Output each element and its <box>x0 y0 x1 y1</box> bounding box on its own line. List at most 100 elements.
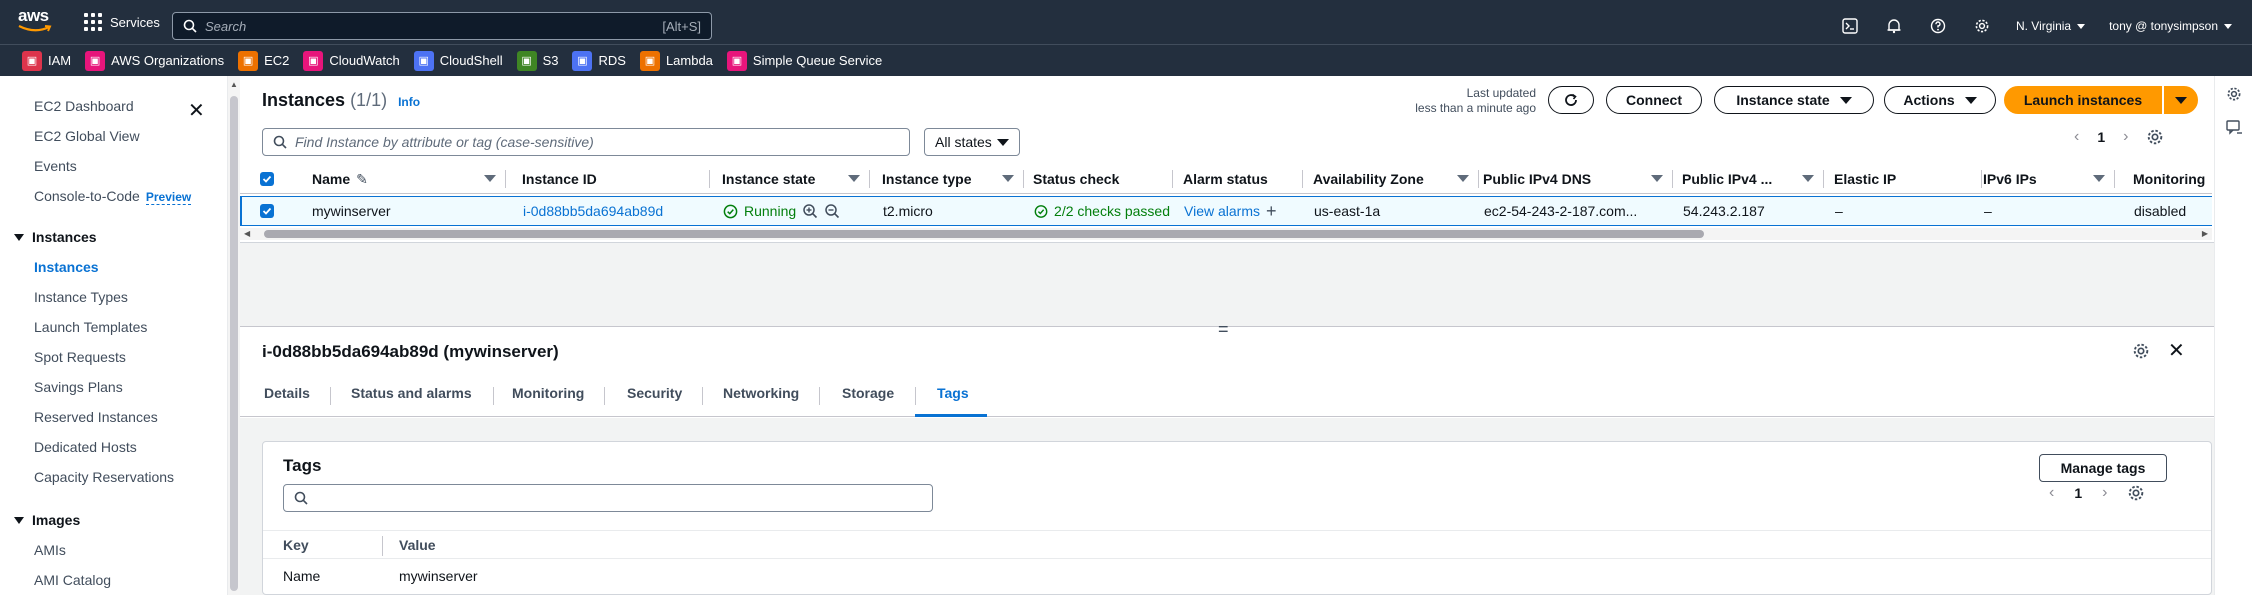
favorite-cloudshell[interactable]: ▣ CloudShell <box>413 50 503 71</box>
favorite-cloudwatch[interactable]: ▣ CloudWatch <box>303 50 400 71</box>
tab-monitoring[interactable]: Monitoring <box>512 385 584 401</box>
panel-resize-handle-icon[interactable]: = <box>1218 320 1229 338</box>
sidebar-item-instance-types[interactable]: Instance Types <box>34 289 128 305</box>
help-panel-icon[interactable] <box>2226 86 2242 102</box>
next-page-icon[interactable]: › <box>2102 484 2107 502</box>
sidebar-item-ami-catalog[interactable]: AMI Catalog <box>34 572 111 588</box>
global-search[interactable]: [Alt+S] <box>172 12 712 40</box>
favorite-s3[interactable]: ▣ S3 <box>516 50 558 71</box>
cloudshell-icon[interactable] <box>1840 16 1860 36</box>
instance-state-button[interactable]: Instance state <box>1714 86 1874 114</box>
column-header-alarm-status[interactable]: Alarm status <box>1183 164 1303 194</box>
aws-logo[interactable]: aws <box>18 6 56 36</box>
sidebar-item-launch-templates[interactable]: Launch Templates <box>34 319 147 335</box>
sidebar-item-dedicated-hosts[interactable]: Dedicated Hosts <box>34 439 137 455</box>
page-number[interactable]: 1 <box>2097 129 2105 145</box>
prev-page-icon[interactable]: ‹ <box>2074 128 2079 146</box>
search-input[interactable] <box>205 18 655 34</box>
scroll-left-icon[interactable]: ◀ <box>244 229 250 238</box>
table-row[interactable]: mywinserver i-0d88bb5da694ab89d Running … <box>240 196 2212 226</box>
prev-page-icon[interactable]: ‹ <box>2049 484 2054 502</box>
actions-button[interactable]: Actions <box>1884 86 1996 114</box>
sidebar-item-savings-plans[interactable]: Savings Plans <box>34 379 123 395</box>
scrollbar-thumb[interactable] <box>230 96 238 591</box>
table-horizontal-scrollbar[interactable]: ◀ ▶ <box>240 228 2212 240</box>
favorite-ec2[interactable]: ▣ EC2 <box>238 50 289 71</box>
sidebar-item-instances[interactable]: Instances <box>34 259 99 275</box>
favorite-rds[interactable]: ▣ RDS <box>572 50 626 71</box>
scrollbar-thumb[interactable] <box>264 230 1704 238</box>
zoom-out-icon[interactable] <box>824 203 840 219</box>
page-number[interactable]: 1 <box>2074 485 2082 501</box>
tags-search[interactable] <box>283 484 933 512</box>
column-header-instance-id[interactable]: Instance ID <box>522 164 710 194</box>
favorite-simple-queue-service[interactable]: ▣ Simple Queue Service <box>726 50 882 71</box>
panel-settings-gear-icon[interactable] <box>2132 342 2150 360</box>
region-selector[interactable]: N. Virginia <box>2016 19 2086 33</box>
sidebar-section-images[interactable]: Images <box>14 512 80 528</box>
feedback-icon[interactable] <box>2226 120 2244 136</box>
tab-security[interactable]: Security <box>627 385 682 401</box>
add-alarm-plus-icon[interactable]: + <box>1266 201 1277 222</box>
states-select[interactable]: All states <box>924 128 1020 156</box>
launch-dropdown-button[interactable] <box>2164 86 2198 114</box>
notifications-bell-icon[interactable] <box>1884 16 1904 36</box>
column-header-public-ipv4[interactable]: Public IPv4 ... <box>1682 164 1824 194</box>
close-sidebar-icon[interactable]: ✕ <box>188 98 205 123</box>
tags-settings-gear-icon[interactable] <box>2127 484 2145 502</box>
chevron-down-icon <box>2224 23 2232 29</box>
chevron-down-icon <box>2077 23 2086 29</box>
scroll-up-icon[interactable]: ▲ <box>230 80 238 89</box>
sidebar-item-reserved-instances[interactable]: Reserved Instances <box>34 409 158 425</box>
favorite-iam[interactable]: ▣ IAM <box>22 50 71 71</box>
tab-tags[interactable]: Tags <box>937 385 969 401</box>
sidebar-item-spot-requests[interactable]: Spot Requests <box>34 349 126 365</box>
column-header-instance-state[interactable]: Instance state <box>722 164 870 194</box>
sidebar-section-instances[interactable]: Instances <box>14 229 97 245</box>
tab-details[interactable]: Details <box>264 385 310 401</box>
instance-filter[interactable] <box>262 128 910 156</box>
sidebar-item-amis[interactable]: AMIs <box>34 542 66 558</box>
favorite-aws-organizations[interactable]: ▣ AWS Organizations <box>85 50 224 71</box>
tab-storage[interactable]: Storage <box>842 385 894 401</box>
sidebar-item-ec2-dashboard[interactable]: EC2 Dashboard <box>34 98 134 114</box>
column-header-public-ipv4-dns[interactable]: Public IPv4 DNS <box>1483 164 1673 194</box>
tab-networking[interactable]: Networking <box>723 385 799 401</box>
manage-tags-button[interactable]: Manage tags <box>2039 454 2167 482</box>
launch-instances-button[interactable]: Launch instances <box>2004 86 2162 114</box>
account-menu[interactable]: tony @ tonysimpson <box>2109 19 2232 33</box>
table-settings-gear-icon[interactable] <box>2146 128 2164 146</box>
tab-status-and-alarms[interactable]: Status and alarms <box>351 385 472 401</box>
column-header-monitoring[interactable]: Monitoring <box>2133 164 2213 194</box>
column-header-status-check[interactable]: Status check <box>1033 164 1173 194</box>
favorite-lambda[interactable]: ▣ Lambda <box>639 50 713 71</box>
cell-public-ipv4: 54.243.2.187 <box>1683 203 1765 219</box>
column-header-instance-type[interactable]: Instance type <box>882 164 1024 194</box>
preview-badge[interactable]: Preview <box>145 190 192 205</box>
view-alarms-link[interactable]: View alarms <box>1184 203 1260 219</box>
tags-search-input[interactable] <box>316 490 922 506</box>
connect-button[interactable]: Connect <box>1606 86 1702 114</box>
column-header-name[interactable]: Name ✎ <box>312 164 506 194</box>
filter-input[interactable] <box>295 134 899 150</box>
column-header-ipv6-ips[interactable]: IPv6 IPs <box>1983 164 2115 194</box>
sidebar-item-events[interactable]: Events <box>34 158 77 174</box>
row-checkbox[interactable] <box>260 197 290 225</box>
select-all-checkbox[interactable] <box>260 164 290 194</box>
settings-gear-icon[interactable] <box>1972 16 1992 36</box>
zoom-in-icon[interactable] <box>802 203 818 219</box>
sidebar-item-ec2-global-view[interactable]: EC2 Global View <box>34 128 140 144</box>
column-header-availability-zone[interactable]: Availability Zone <box>1313 164 1479 194</box>
close-panel-icon[interactable]: ✕ <box>2168 338 2185 363</box>
column-header-elastic-ip[interactable]: Elastic IP <box>1834 164 1982 194</box>
next-page-icon[interactable]: › <box>2123 128 2128 146</box>
info-link[interactable]: Info <box>398 95 420 109</box>
help-icon[interactable] <box>1928 16 1948 36</box>
sidebar-scrollbar[interactable]: ▲ <box>228 76 240 595</box>
sidebar-item-console-to-code[interactable]: Console-to-Code Preview <box>34 188 192 205</box>
services-menu[interactable]: Services <box>84 12 160 32</box>
sidebar-item-capacity-reservations[interactable]: Capacity Reservations <box>34 469 174 485</box>
scroll-right-icon[interactable]: ▶ <box>2202 229 2208 238</box>
cell-instance-id[interactable]: i-0d88bb5da694ab89d <box>523 197 713 225</box>
refresh-button[interactable] <box>1548 86 1594 114</box>
